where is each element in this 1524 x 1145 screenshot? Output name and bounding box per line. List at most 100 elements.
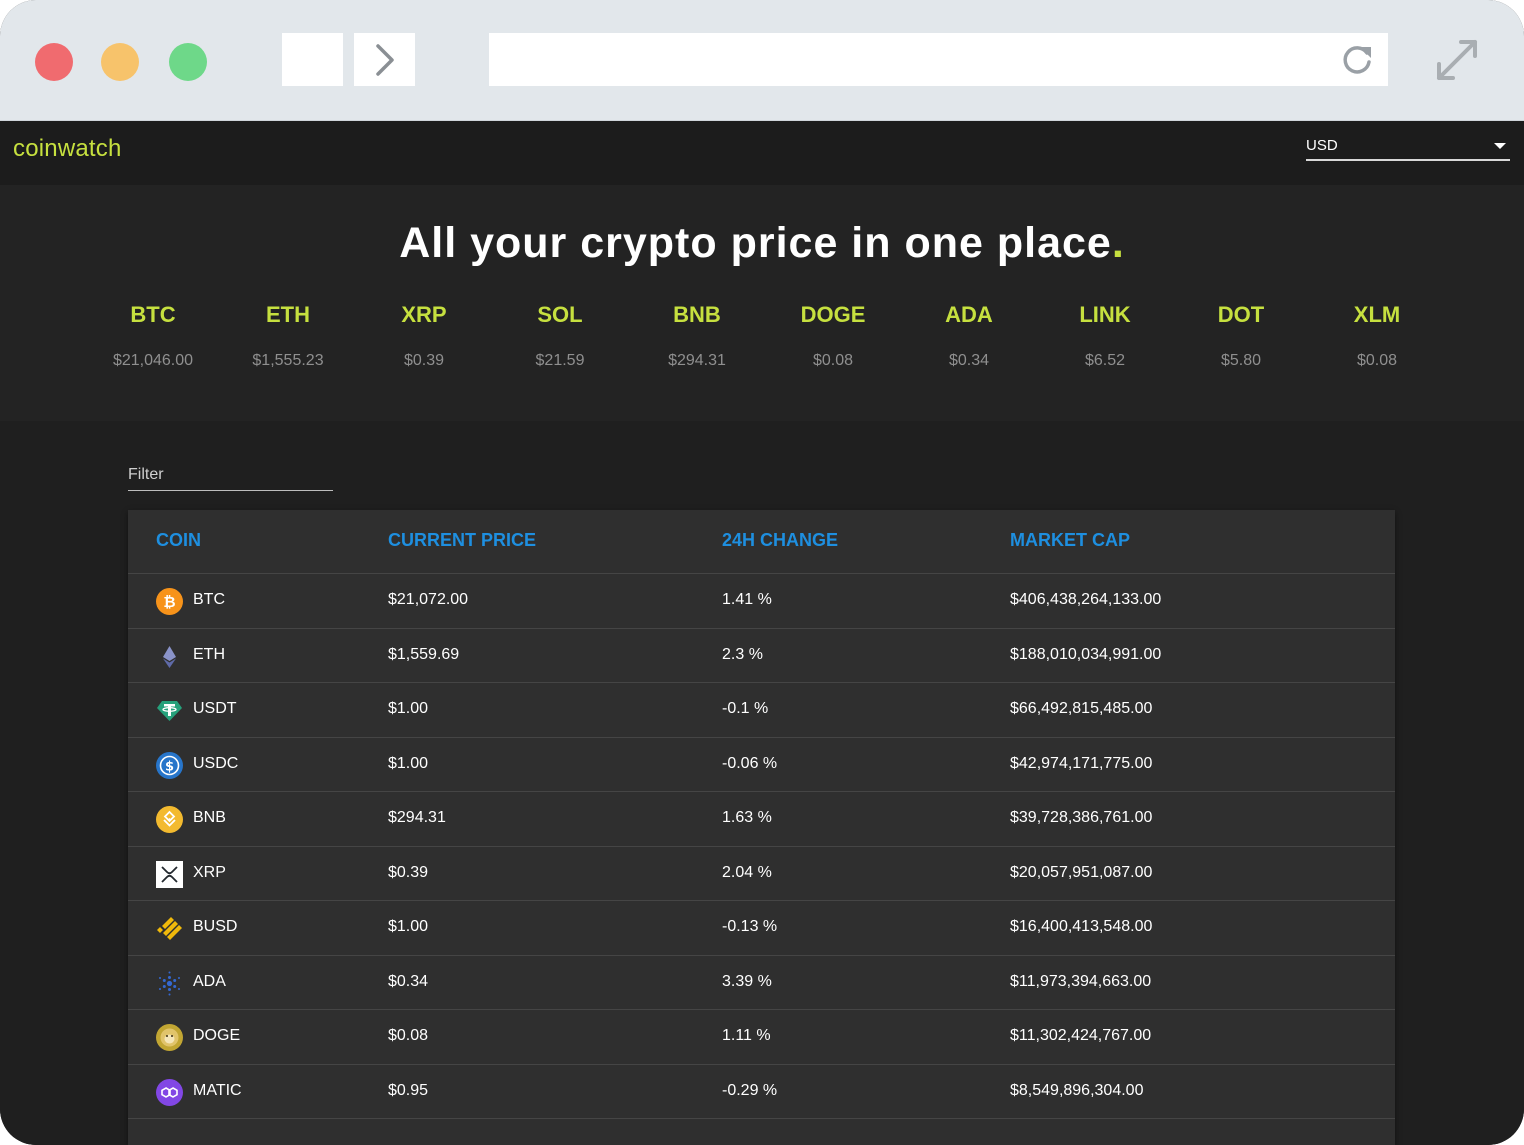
ticker-item[interactable]: BNB $294.31 — [629, 302, 765, 370]
column-header-market-cap[interactable]: MARKET CAP — [1010, 530, 1130, 551]
table-row[interactable]: XRP $0.39 2.04 % $20,057,951,087.00 — [128, 847, 1395, 901]
ticker-item[interactable]: BTC $21,046.00 — [85, 302, 221, 370]
back-button[interactable] — [282, 33, 343, 86]
coin-price: $294.31 — [388, 809, 446, 826]
app-header: coinwatch USD — [0, 121, 1524, 185]
coin-change: 3.39 % — [722, 972, 772, 990]
ticker-item[interactable]: DOGE $0.08 — [765, 302, 901, 370]
ticker-symbol: XRP — [401, 302, 447, 327]
ticker-item[interactable]: SOL $21.59 — [492, 302, 628, 370]
coin-symbol: DOGE — [193, 1027, 241, 1044]
coin-market-cap: $8,549,896,304.00 — [1010, 1081, 1144, 1099]
hero-title-period: . — [1111, 219, 1125, 267]
ethereum-icon — [156, 643, 183, 670]
ticker-item[interactable]: XRP $0.39 — [356, 302, 492, 370]
table-row[interactable]: ₿ BTC $21,072.00 1.41 % $406,438,264,133… — [128, 574, 1395, 629]
brand-logo[interactable]: coinwatch — [13, 135, 122, 163]
ticker-price: $21,046.00 — [112, 352, 194, 369]
address-bar[interactable] — [489, 33, 1388, 86]
table-row[interactable]: BUSD $1.00 -0.13 % $16,400,413,548.00 — [128, 901, 1395, 956]
coin-market-cap: $188,010,034,991.00 — [1010, 645, 1162, 663]
coin-price: $0.08 — [388, 1027, 429, 1044]
browser-window: coinwatch USD All your crypto price in o… — [0, 0, 1524, 1145]
ticker-price: $0.08 — [812, 352, 854, 369]
hero-title-text: All your crypto price in one place — [399, 219, 1112, 267]
coin-symbol: USDT — [193, 700, 237, 717]
expand-icon[interactable] — [1431, 36, 1483, 84]
coin-change: 1.11 % — [722, 1027, 771, 1044]
coin-price: $21,072.00 — [388, 591, 469, 608]
filter-label: Filter — [128, 466, 164, 483]
minimize-window-button[interactable] — [101, 43, 139, 81]
coin-change: 1.63 % — [722, 809, 772, 826]
usd-coin-icon: $ — [156, 751, 183, 779]
coin-change: 1.41 % — [722, 591, 772, 608]
table-row[interactable]: BNB $294.31 1.63 % $39,728,386,761.00 — [128, 792, 1395, 847]
table-row[interactable]: $ USDC $1.00 -0.06 % $42,974,171,775.00 — [128, 738, 1395, 792]
ticker-item[interactable]: ADA $0.34 — [901, 302, 1037, 370]
polygon-icon — [156, 1078, 183, 1106]
caret-down-icon — [1494, 143, 1506, 149]
bitcoin-icon: ₿ — [156, 588, 183, 615]
ticker-price: $0.08 — [1356, 352, 1398, 369]
coin-market-cap: $16,400,413,548.00 — [1010, 918, 1153, 935]
column-header-change[interactable]: 24H CHANGE — [722, 530, 838, 551]
table-row[interactable]: MATIC $0.95 -0.29 % $8,549,896,304.00 — [128, 1065, 1395, 1119]
coin-change: -0.29 % — [722, 1081, 778, 1099]
coin-table: COIN CURRENT PRICE 24H CHANGE MARKET CAP… — [128, 510, 1395, 1145]
close-window-button[interactable] — [35, 43, 73, 81]
table-row[interactable]: ADA $0.34 3.39 % $11,973,394,663.00 — [128, 956, 1395, 1010]
ticker-price: $0.34 — [948, 352, 990, 369]
cardano-icon — [156, 970, 183, 997]
coin-price: $1.00 — [388, 754, 429, 772]
hero-section: All your crypto price in one place. BTC … — [0, 185, 1524, 421]
ticker-symbol: XLM — [1353, 302, 1401, 327]
ticker-item[interactable]: ETH $1,555.23 — [220, 302, 356, 370]
reload-icon[interactable] — [1338, 41, 1376, 79]
svg-text:$: $ — [165, 759, 174, 774]
coin-symbol: XRP — [193, 863, 226, 881]
ticker-price: $294.31 — [668, 352, 726, 369]
ticker-item[interactable]: DOT $5.80 — [1173, 302, 1309, 370]
coin-change: -0.06 % — [722, 754, 778, 772]
ticker-price: $6.52 — [1084, 352, 1126, 369]
dogecoin-icon — [156, 1024, 183, 1051]
busd-icon — [156, 915, 183, 942]
filter-input[interactable]: Filter — [128, 463, 333, 491]
chevron-right-icon — [375, 43, 394, 76]
table-header: COIN CURRENT PRICE 24H CHANGE MARKET CAP — [128, 510, 1395, 574]
main-content: Filter COIN CURRENT PRICE 24H CHANGE MAR… — [0, 421, 1524, 1145]
xrp-icon — [156, 860, 183, 888]
coin-market-cap: $42,974,171,775.00 — [1010, 754, 1153, 772]
coin-symbol: MATIC — [193, 1081, 242, 1099]
coin-market-cap: $11,302,424,767.00 — [1010, 1027, 1152, 1044]
column-header-coin[interactable]: COIN — [156, 530, 201, 551]
ticker-price: $0.39 — [403, 352, 445, 369]
forward-button[interactable] — [354, 33, 415, 86]
coin-symbol: ADA — [193, 972, 226, 990]
coin-change: 2.3 % — [722, 645, 763, 663]
coin-symbol: BUSD — [193, 918, 238, 935]
currency-select[interactable]: USD — [1306, 135, 1510, 161]
coin-symbol: USDC — [193, 754, 239, 772]
coin-price: $1.00 — [388, 700, 429, 717]
hero-title: All your crypto price in one place. — [0, 219, 1524, 268]
svg-text:₿: ₿ — [163, 593, 175, 611]
maximize-window-button[interactable] — [169, 43, 207, 81]
table-row[interactable]: USDT $1.00 -0.1 % $66,492,815,485.00 — [128, 683, 1395, 738]
ticker-item[interactable]: XLM $0.08 — [1309, 302, 1445, 370]
coin-price: $0.39 — [388, 863, 429, 881]
column-header-price[interactable]: CURRENT PRICE — [388, 530, 536, 551]
coin-price: $0.95 — [388, 1081, 429, 1099]
ticker-symbol: BNB — [673, 302, 721, 327]
coin-price: $1.00 — [388, 918, 429, 935]
ticker-symbol: SOL — [537, 302, 583, 327]
coin-market-cap: $406,438,264,133.00 — [1010, 591, 1162, 608]
coin-market-cap: $39,728,386,761.00 — [1010, 809, 1153, 826]
ticker-price: $1,555.23 — [252, 352, 324, 369]
table-row[interactable]: ETH $1,559.69 2.3 % $188,010,034,991.00 — [128, 629, 1395, 683]
ticker-symbol: BTC — [130, 302, 176, 327]
currency-value: USD — [1306, 137, 1338, 154]
ticker-item[interactable]: LINK $6.52 — [1037, 302, 1173, 370]
table-row[interactable]: DOGE $0.08 1.11 % $11,302,424,767.00 — [128, 1010, 1395, 1065]
